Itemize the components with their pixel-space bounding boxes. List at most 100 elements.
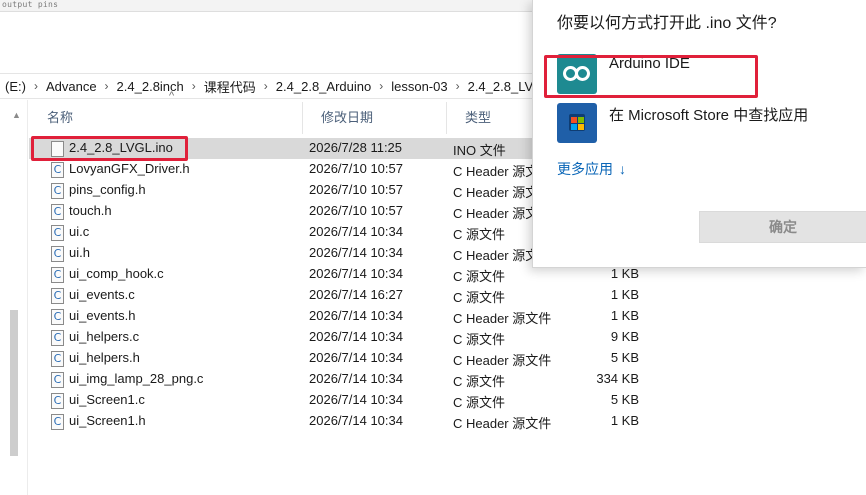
open-with-dialog: 你要以何方式打开此 .ino 文件? Arduino IDE 在 Microso… — [532, 0, 866, 268]
file-row[interactable]: C ui_events.c 2026/7/14 16:27 C 源文件 1 KB — [29, 285, 866, 306]
file-name: ui_Screen1.h — [69, 413, 146, 428]
file-date: 2026/7/14 10:34 — [309, 329, 403, 344]
file-size: 1 KB — [610, 287, 639, 302]
file-type: C Header 源文 — [453, 185, 539, 200]
breadcrumb-advance[interactable]: Advance — [41, 79, 102, 94]
column-header-name-label: 名称 — [47, 110, 74, 125]
file-name: ui.c — [69, 224, 90, 239]
file-name: ui_events.c — [69, 287, 135, 302]
chevron-right-icon[interactable]: › — [376, 79, 386, 93]
file-name: 2.4_2.8_LVGL.ino — [69, 140, 173, 155]
file-type: C Header 源文件 — [453, 353, 552, 368]
file-name: ui_helpers.h — [69, 350, 140, 365]
file-date: 2026/7/14 10:34 — [309, 224, 403, 239]
file-type: C Header 源文 — [453, 206, 539, 221]
file-date: 2026/7/14 10:34 — [309, 392, 403, 407]
c-file-icon: C — [51, 393, 64, 409]
file-date: 2026/7/14 10:34 — [309, 308, 403, 323]
breadcrumb-drive[interactable]: (E:) — [0, 79, 31, 94]
app-option-microsoft-store[interactable]: 在 Microsoft Store 中查找应用 — [557, 103, 857, 145]
breadcrumb-inch[interactable]: 2.4_2.8inch — [112, 79, 189, 94]
file-type: C 源文件 — [453, 290, 506, 305]
c-file-icon: C — [51, 351, 64, 367]
chevron-right-icon[interactable]: › — [453, 79, 463, 93]
c-file-icon: C — [51, 225, 64, 241]
c-file-icon: C — [51, 204, 64, 220]
file-type: C 源文件 — [453, 227, 506, 242]
file-date: 2026/7/10 10:57 — [309, 203, 403, 218]
file-date: 2026/7/28 11:25 — [309, 140, 403, 155]
chevron-right-icon[interactable]: › — [31, 79, 41, 93]
file-name: ui_comp_hook.c — [69, 266, 164, 281]
file-size: 1 KB — [610, 266, 639, 281]
file-type: C 源文件 — [453, 374, 506, 389]
file-size: 5 KB — [610, 350, 639, 365]
scroll-up-icon[interactable]: ▲ — [12, 110, 21, 120]
navigation-scrollbar[interactable] — [10, 310, 18, 456]
file-name: ui_helpers.c — [69, 329, 140, 344]
file-date: 2026/7/14 10:34 — [309, 350, 403, 365]
arrow-down-icon: ↓ — [619, 161, 626, 177]
file-type: C 源文件 — [453, 332, 506, 347]
file-size: 334 KB — [596, 371, 639, 386]
open-with-title: 你要以何方式打开此 .ino 文件? — [557, 15, 777, 32]
file-name: LovyanGFX_Driver.h — [69, 161, 190, 176]
file-row[interactable]: C ui_helpers.h 2026/7/14 10:34 C Header … — [29, 348, 866, 369]
app-option-label: Arduino IDE — [609, 55, 690, 72]
column-header-name[interactable]: 名称 — [29, 102, 303, 134]
file-size: 5 KB — [610, 392, 639, 407]
chevron-right-icon[interactable]: › — [189, 79, 199, 93]
file-date: 2026/7/10 10:57 — [309, 161, 403, 176]
file-type: C 源文件 — [453, 269, 506, 284]
file-row[interactable]: C ui_Screen1.c 2026/7/14 10:34 C 源文件 5 K… — [29, 390, 866, 411]
file-type: INO 文件 — [453, 143, 506, 158]
breadcrumb-arduino[interactable]: 2.4_2.8_Arduino — [271, 79, 376, 94]
c-file-icon: C — [51, 162, 64, 178]
app-option-label: 在 Microsoft Store 中查找应用 — [609, 107, 809, 124]
c-file-icon: C — [51, 267, 64, 283]
chevron-right-icon[interactable]: › — [102, 79, 112, 93]
file-name: ui_Screen1.c — [69, 392, 145, 407]
arduino-icon — [557, 54, 597, 94]
file-date: 2026/7/14 10:34 — [309, 371, 403, 386]
file-type: C Header 源文 — [453, 248, 539, 263]
file-row[interactable]: C ui_events.h 2026/7/14 10:34 C Header 源… — [29, 306, 866, 327]
file-size: 9 KB — [610, 329, 639, 344]
file-type: C Header 源文件 — [453, 311, 552, 326]
column-header-type-label: 类型 — [465, 110, 492, 125]
c-file-icon: C — [51, 330, 64, 346]
column-header-date-label: 修改日期 — [321, 110, 374, 125]
background-window-text: output pins — [2, 0, 59, 9]
file-row[interactable]: C ui_Screen1.h 2026/7/14 10:34 C Header … — [29, 411, 866, 432]
file-date: 2026/7/14 10:34 — [309, 245, 403, 260]
file-row[interactable]: C ui_img_lamp_28_png.c 2026/7/14 10:34 C… — [29, 369, 866, 390]
chevron-right-icon[interactable]: › — [261, 79, 271, 93]
c-file-icon: C — [51, 309, 64, 325]
file-name: ui_events.h — [69, 308, 136, 323]
file-size: 1 KB — [610, 413, 639, 428]
more-apps-link[interactable]: 更多应用 ↓ — [557, 159, 626, 179]
file-date: 2026/7/14 10:34 — [309, 266, 403, 281]
sort-ascending-icon: ^ — [169, 90, 175, 102]
navigation-pane: ▲ — [0, 100, 28, 495]
ino-file-icon — [51, 141, 64, 157]
more-apps-label: 更多应用 — [557, 161, 613, 177]
column-header-type[interactable]: 类型 — [447, 102, 537, 134]
c-file-icon: C — [51, 372, 64, 388]
file-date: 2026/7/10 10:57 — [309, 182, 403, 197]
c-file-icon: C — [51, 246, 64, 262]
file-name: pins_config.h — [69, 182, 146, 197]
breadcrumb-lesson[interactable]: lesson-03 — [386, 79, 452, 94]
c-file-icon: C — [51, 288, 64, 304]
file-row[interactable]: C ui_helpers.c 2026/7/14 10:34 C 源文件 9 K… — [29, 327, 866, 348]
file-date: 2026/7/14 10:34 — [309, 413, 403, 428]
file-type: C Header 源文件 — [453, 416, 552, 431]
breadcrumb-current-folder[interactable]: 2.4_2.8_LV — [463, 79, 539, 94]
column-header-date[interactable]: 修改日期 — [303, 102, 447, 134]
breadcrumb-course-code[interactable]: 课程代码 — [199, 77, 261, 96]
file-size: 1 KB — [610, 308, 639, 323]
ok-button[interactable]: 确定 — [699, 211, 866, 243]
microsoft-store-icon — [557, 103, 597, 143]
file-date: 2026/7/14 16:27 — [309, 287, 403, 302]
app-option-arduino-ide[interactable]: Arduino IDE — [557, 54, 857, 96]
